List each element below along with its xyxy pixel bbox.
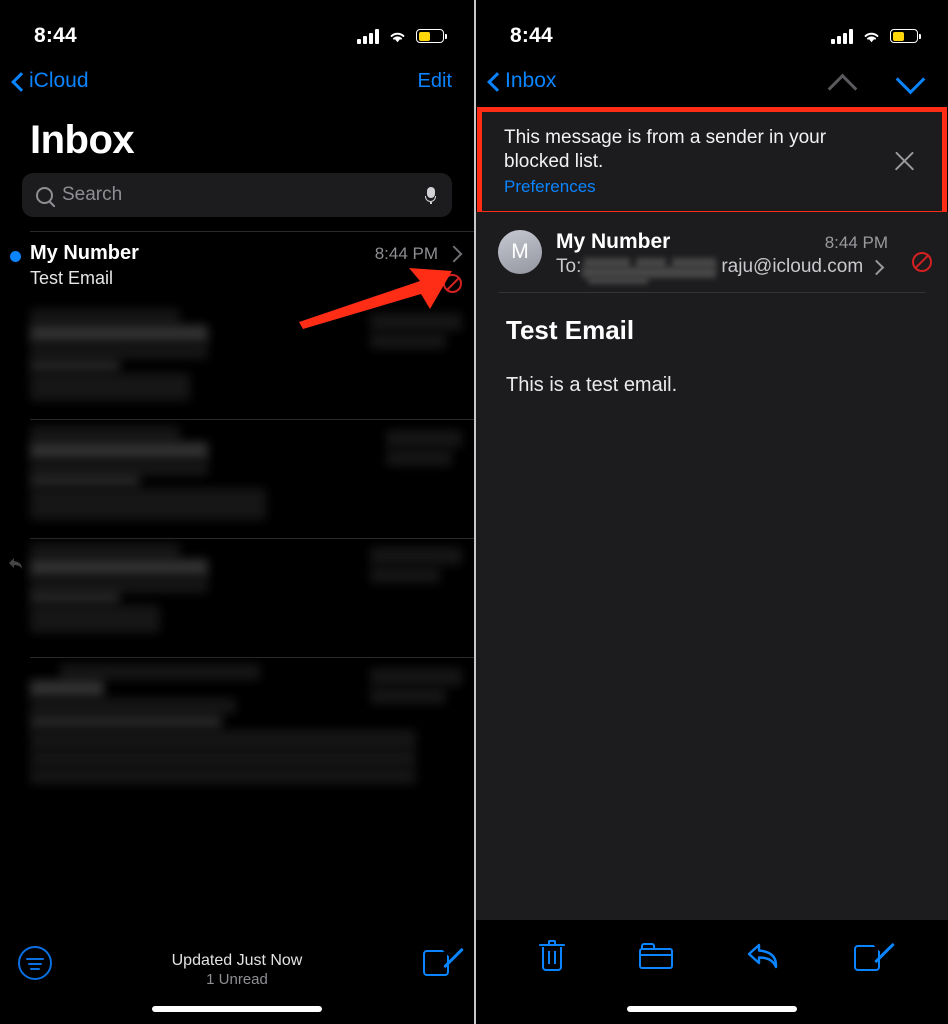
banner-message: This message is from a sender in your bl… xyxy=(504,127,827,172)
blocked-sender-banner-highlight: This message is from a sender in your bl… xyxy=(477,107,947,216)
search-placeholder: Search xyxy=(62,184,123,205)
redacted-recipient xyxy=(582,257,720,284)
close-x-icon[interactable] xyxy=(891,148,918,175)
mail-message-detail-screen: 8:44 Inbox This message is from a sender… xyxy=(474,0,948,1024)
message-header-text: My Number 8:44 PM To: raju@icloud.com xyxy=(556,230,896,284)
chevron-left-icon xyxy=(12,72,23,91)
chevron-right-icon[interactable] xyxy=(871,260,880,275)
sender-line: My Number 8:44 PM xyxy=(556,230,896,254)
unread-dot xyxy=(10,251,21,262)
back-label: Inbox xyxy=(505,69,557,92)
blocked-sender-icon xyxy=(443,274,462,293)
search-icon xyxy=(36,186,53,204)
inbox-bottom-toolbar: Updated Just Now 1 Unread xyxy=(0,924,474,1024)
mail-inbox-list-screen: 8:44 iCloud Edit Inbox Search My Number … xyxy=(0,0,474,1024)
message-content-area: M My Number 8:44 PM To: raju@icloud.com … xyxy=(476,212,948,920)
back-to-inbox-button[interactable]: Inbox xyxy=(488,69,828,93)
blocked-sender-banner: This message is from a sender in your bl… xyxy=(482,112,942,211)
dual-screenshot-container: 8:44 iCloud Edit Inbox Search My Number … xyxy=(0,0,948,1024)
message-subject: Test Email xyxy=(506,315,635,345)
message-time: 8:44 PM xyxy=(374,243,438,263)
preferences-link[interactable]: Preferences xyxy=(504,177,891,197)
list-item[interactable] xyxy=(0,539,474,657)
unread-count-label: 1 Unread xyxy=(206,971,268,988)
trash-icon[interactable] xyxy=(538,940,565,972)
wifi-icon xyxy=(390,32,405,42)
compose-icon[interactable] xyxy=(423,940,464,977)
toolbar-icons xyxy=(476,920,948,972)
list-item[interactable] xyxy=(0,420,474,538)
status-bar-time: 8:44 xyxy=(510,24,553,47)
folder-icon[interactable] xyxy=(638,943,673,969)
status-bar-indicators xyxy=(357,28,447,44)
message-nav-controls xyxy=(828,72,926,90)
cellular-bars-icon xyxy=(357,28,379,44)
message-bottom-toolbar xyxy=(476,920,948,1024)
nav-bar: Inbox xyxy=(476,58,948,104)
wifi-icon xyxy=(864,32,879,42)
edit-button[interactable]: Edit xyxy=(418,70,452,93)
back-to-icloud-button[interactable]: iCloud xyxy=(12,69,89,93)
message-sender: My Number xyxy=(556,230,671,253)
battery-low-power-icon xyxy=(416,29,447,43)
search-container: Search xyxy=(0,173,474,217)
page-title: Inbox xyxy=(30,118,135,162)
chevron-right-icon xyxy=(448,245,458,262)
back-label: iCloud xyxy=(29,69,89,92)
reply-icon xyxy=(9,558,22,569)
compose-icon[interactable] xyxy=(854,935,895,972)
status-bar-time: 8:44 xyxy=(34,24,77,47)
list-item[interactable] xyxy=(0,301,474,419)
home-indicator xyxy=(152,1006,322,1012)
message-row-header: My Number 8:44 PM xyxy=(30,242,474,265)
list-item[interactable] xyxy=(0,658,474,808)
banner-text-group: This message is from a sender in your bl… xyxy=(504,126,891,197)
chevron-left-icon xyxy=(488,72,499,91)
message-row-my-number[interactable]: My Number 8:44 PM Test Email xyxy=(0,232,474,301)
microphone-icon[interactable] xyxy=(425,186,436,204)
nav-bar: iCloud Edit xyxy=(0,58,474,104)
blocked-sender-icon xyxy=(912,252,932,272)
message-body: This is a test email. xyxy=(506,374,678,396)
avatar: M xyxy=(498,230,542,274)
status-bar-indicators xyxy=(831,28,921,44)
battery-low-power-icon xyxy=(890,29,921,43)
recipient-line[interactable]: To: raju@icloud.com xyxy=(556,256,896,284)
chevron-down-icon[interactable] xyxy=(896,72,926,90)
inbox-status: Updated Just Now 1 Unread xyxy=(0,952,474,988)
chevron-up-icon[interactable] xyxy=(828,72,858,90)
reply-icon[interactable] xyxy=(746,942,780,970)
cellular-bars-icon xyxy=(831,28,853,44)
update-status-label: Updated Just Now xyxy=(171,952,303,969)
message-sender: My Number xyxy=(30,242,139,264)
search-input[interactable]: Search xyxy=(22,173,452,217)
to-label: To: xyxy=(556,256,582,277)
message-time: 8:44 PM xyxy=(824,233,888,252)
message-header: M My Number 8:44 PM To: raju@icloud.com xyxy=(476,212,948,292)
message-subject: Test Email xyxy=(30,268,114,288)
status-bar: 8:44 xyxy=(476,0,948,58)
recipient-address: raju@icloud.com xyxy=(721,256,864,277)
status-bar: 8:44 xyxy=(0,0,474,58)
home-indicator xyxy=(627,1006,797,1012)
